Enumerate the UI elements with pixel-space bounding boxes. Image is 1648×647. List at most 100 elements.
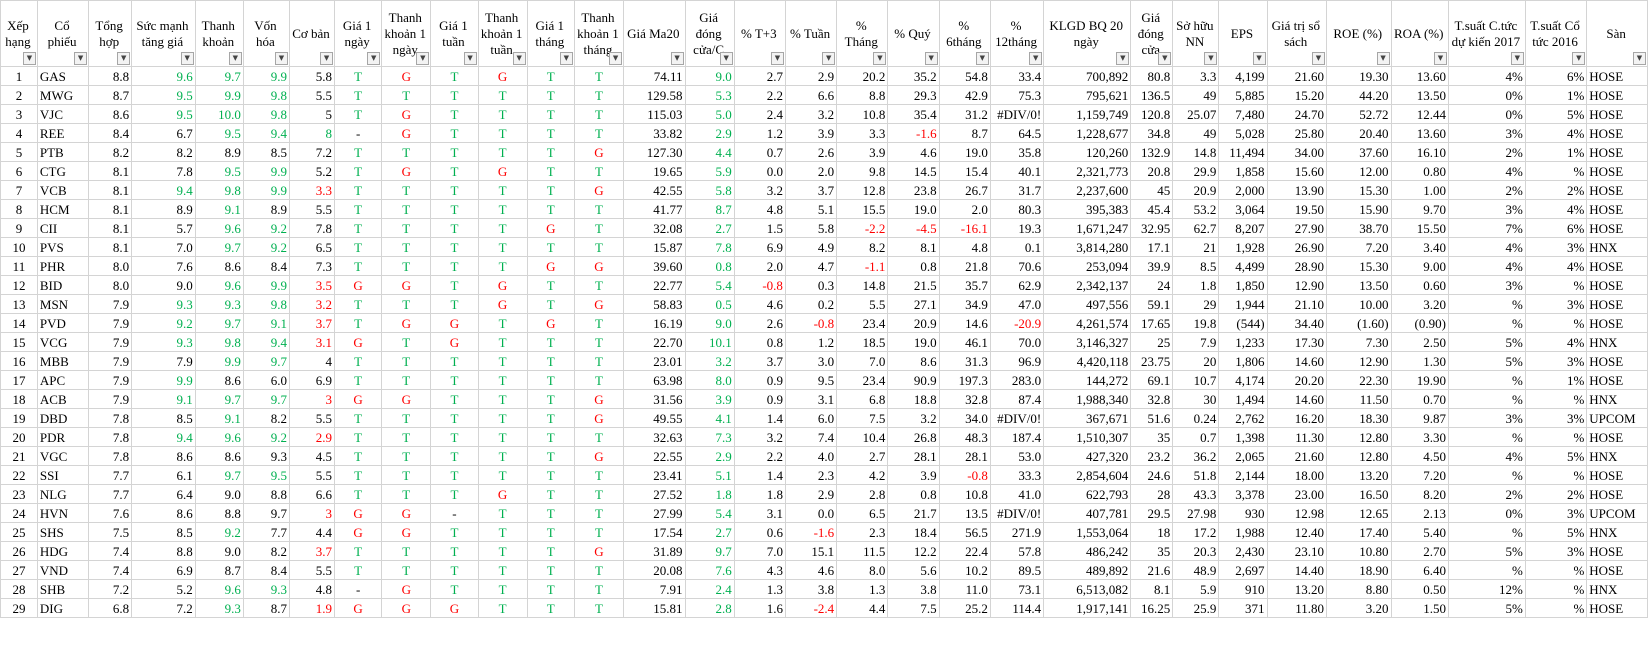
table-cell[interactable]: G: [334, 522, 383, 542]
table-cell[interactable]: SHS: [36, 522, 90, 542]
table-cell[interactable]: HOSE: [1586, 351, 1648, 371]
table-cell[interactable]: 22.30: [1325, 370, 1392, 390]
table-cell[interactable]: 17.2: [1172, 522, 1220, 542]
table-cell[interactable]: T: [381, 446, 432, 466]
table-cell[interactable]: T: [573, 560, 625, 580]
table-cell[interactable]: T: [477, 332, 528, 352]
table-cell[interactable]: T: [477, 389, 528, 409]
table-cell[interactable]: T: [477, 123, 528, 143]
table-cell[interactable]: 6.9: [733, 237, 786, 257]
table-cell[interactable]: 8.0: [836, 560, 889, 580]
dropdown-arrow-icon[interactable]: ▼: [873, 52, 887, 65]
table-cell[interactable]: 9.6: [131, 66, 196, 86]
table-cell[interactable]: 9.9: [131, 370, 196, 390]
table-cell[interactable]: 3%: [1524, 503, 1588, 523]
table-cell[interactable]: T: [334, 446, 383, 466]
table-cell[interactable]: T: [477, 199, 528, 219]
table-cell[interactable]: 8.4: [242, 560, 290, 580]
table-cell[interactable]: 14.8: [836, 275, 889, 295]
table-cell[interactable]: 18: [0, 389, 38, 409]
table-cell[interactable]: 1.5: [733, 218, 786, 238]
table-cell[interactable]: 4.9: [784, 237, 838, 257]
table-cell[interactable]: G: [573, 541, 625, 561]
table-cell[interactable]: 62.7: [1172, 218, 1220, 238]
table-cell[interactable]: 7.0: [836, 351, 889, 371]
table-cell[interactable]: 8.1: [88, 180, 133, 200]
table-cell[interactable]: G: [573, 180, 625, 200]
table-cell[interactable]: 8.2: [88, 142, 133, 162]
table-cell[interactable]: 9.9: [242, 66, 290, 86]
table-cell[interactable]: T: [381, 351, 432, 371]
table-cell[interactable]: T: [526, 389, 575, 409]
table-cell[interactable]: 8.5: [131, 408, 196, 428]
table-cell[interactable]: 1%: [1524, 370, 1588, 390]
table-cell[interactable]: 5.9: [1172, 579, 1220, 599]
table-cell[interactable]: 13.50: [1390, 85, 1449, 105]
table-cell[interactable]: 12.90: [1266, 275, 1327, 295]
table-cell[interactable]: 9.8: [836, 161, 889, 181]
table-cell[interactable]: 12.98: [1266, 503, 1327, 523]
table-cell[interactable]: 35.8: [989, 142, 1045, 162]
table-cell[interactable]: 4.8: [733, 199, 786, 219]
table-cell[interactable]: VND: [36, 560, 90, 580]
table-cell[interactable]: 7.3: [684, 427, 735, 447]
table-cell[interactable]: 3.7: [733, 351, 786, 371]
table-cell[interactable]: T: [477, 313, 528, 333]
table-cell[interactable]: -: [334, 579, 383, 599]
table-cell[interactable]: %: [1447, 465, 1526, 485]
table-cell[interactable]: 23.41: [623, 465, 686, 485]
table-cell[interactable]: 3,814,280: [1043, 237, 1132, 257]
table-cell[interactable]: G: [381, 66, 432, 86]
table-cell[interactable]: 8.4: [88, 123, 133, 143]
table-cell[interactable]: 1,928: [1218, 237, 1268, 257]
table-cell[interactable]: 28.1: [887, 446, 940, 466]
table-cell[interactable]: 11.80: [1266, 598, 1327, 618]
dropdown-arrow-icon[interactable]: ▼: [670, 52, 684, 65]
table-cell[interactable]: 2,762: [1218, 408, 1268, 428]
table-cell[interactable]: 20.8: [1130, 161, 1174, 181]
table-cell[interactable]: 2,000: [1218, 180, 1268, 200]
table-cell[interactable]: G: [334, 503, 383, 523]
table-cell[interactable]: 9.5: [131, 85, 196, 105]
table-cell[interactable]: 4.4: [684, 142, 735, 162]
table-cell[interactable]: 25.80: [1266, 123, 1327, 143]
table-cell[interactable]: 1: [0, 66, 38, 86]
table-cell[interactable]: 8.9: [131, 199, 196, 219]
table-cell[interactable]: 371: [1218, 598, 1268, 618]
table-cell[interactable]: 14.6: [938, 313, 991, 333]
table-cell[interactable]: %: [1524, 275, 1588, 295]
dropdown-arrow-icon[interactable]: ▼: [228, 52, 242, 65]
table-cell[interactable]: T: [381, 332, 432, 352]
table-cell[interactable]: 15.90: [1325, 199, 1392, 219]
table-cell[interactable]: 1,553,064: [1043, 522, 1132, 542]
table-cell[interactable]: HOSE: [1586, 427, 1648, 447]
table-cell[interactable]: 3%: [1447, 199, 1526, 219]
table-cell[interactable]: 6.5: [288, 237, 336, 257]
table-cell[interactable]: G: [381, 275, 432, 295]
table-cell[interactable]: 1,806: [1218, 351, 1268, 371]
table-cell[interactable]: 5.4: [684, 275, 735, 295]
table-cell[interactable]: -: [430, 503, 479, 523]
table-cell[interactable]: APC: [36, 370, 90, 390]
table-cell[interactable]: 0.1: [989, 237, 1045, 257]
table-cell[interactable]: 8.5: [242, 142, 290, 162]
table-cell[interactable]: T: [526, 370, 575, 390]
table-cell[interactable]: 6.7: [131, 123, 196, 143]
table-cell[interactable]: 5.40: [1390, 522, 1449, 542]
table-cell[interactable]: 3.8: [784, 579, 838, 599]
table-cell[interactable]: T: [381, 370, 432, 390]
table-cell[interactable]: 7: [0, 180, 38, 200]
dropdown-arrow-icon[interactable]: ▼: [74, 52, 88, 65]
table-cell[interactable]: T: [381, 218, 432, 238]
table-cell[interactable]: T: [573, 313, 625, 333]
table-cell[interactable]: 7.0: [131, 237, 196, 257]
table-cell[interactable]: T: [430, 351, 479, 371]
table-cell[interactable]: T: [334, 313, 383, 333]
table-cell[interactable]: 12.2: [887, 541, 940, 561]
table-cell[interactable]: 10.4: [836, 427, 889, 447]
table-cell[interactable]: 17.40: [1325, 522, 1392, 542]
table-cell[interactable]: T: [430, 275, 479, 295]
table-cell[interactable]: 21.10: [1266, 294, 1327, 314]
table-cell[interactable]: 2.7: [684, 522, 735, 542]
table-cell[interactable]: 35.7: [938, 275, 991, 295]
